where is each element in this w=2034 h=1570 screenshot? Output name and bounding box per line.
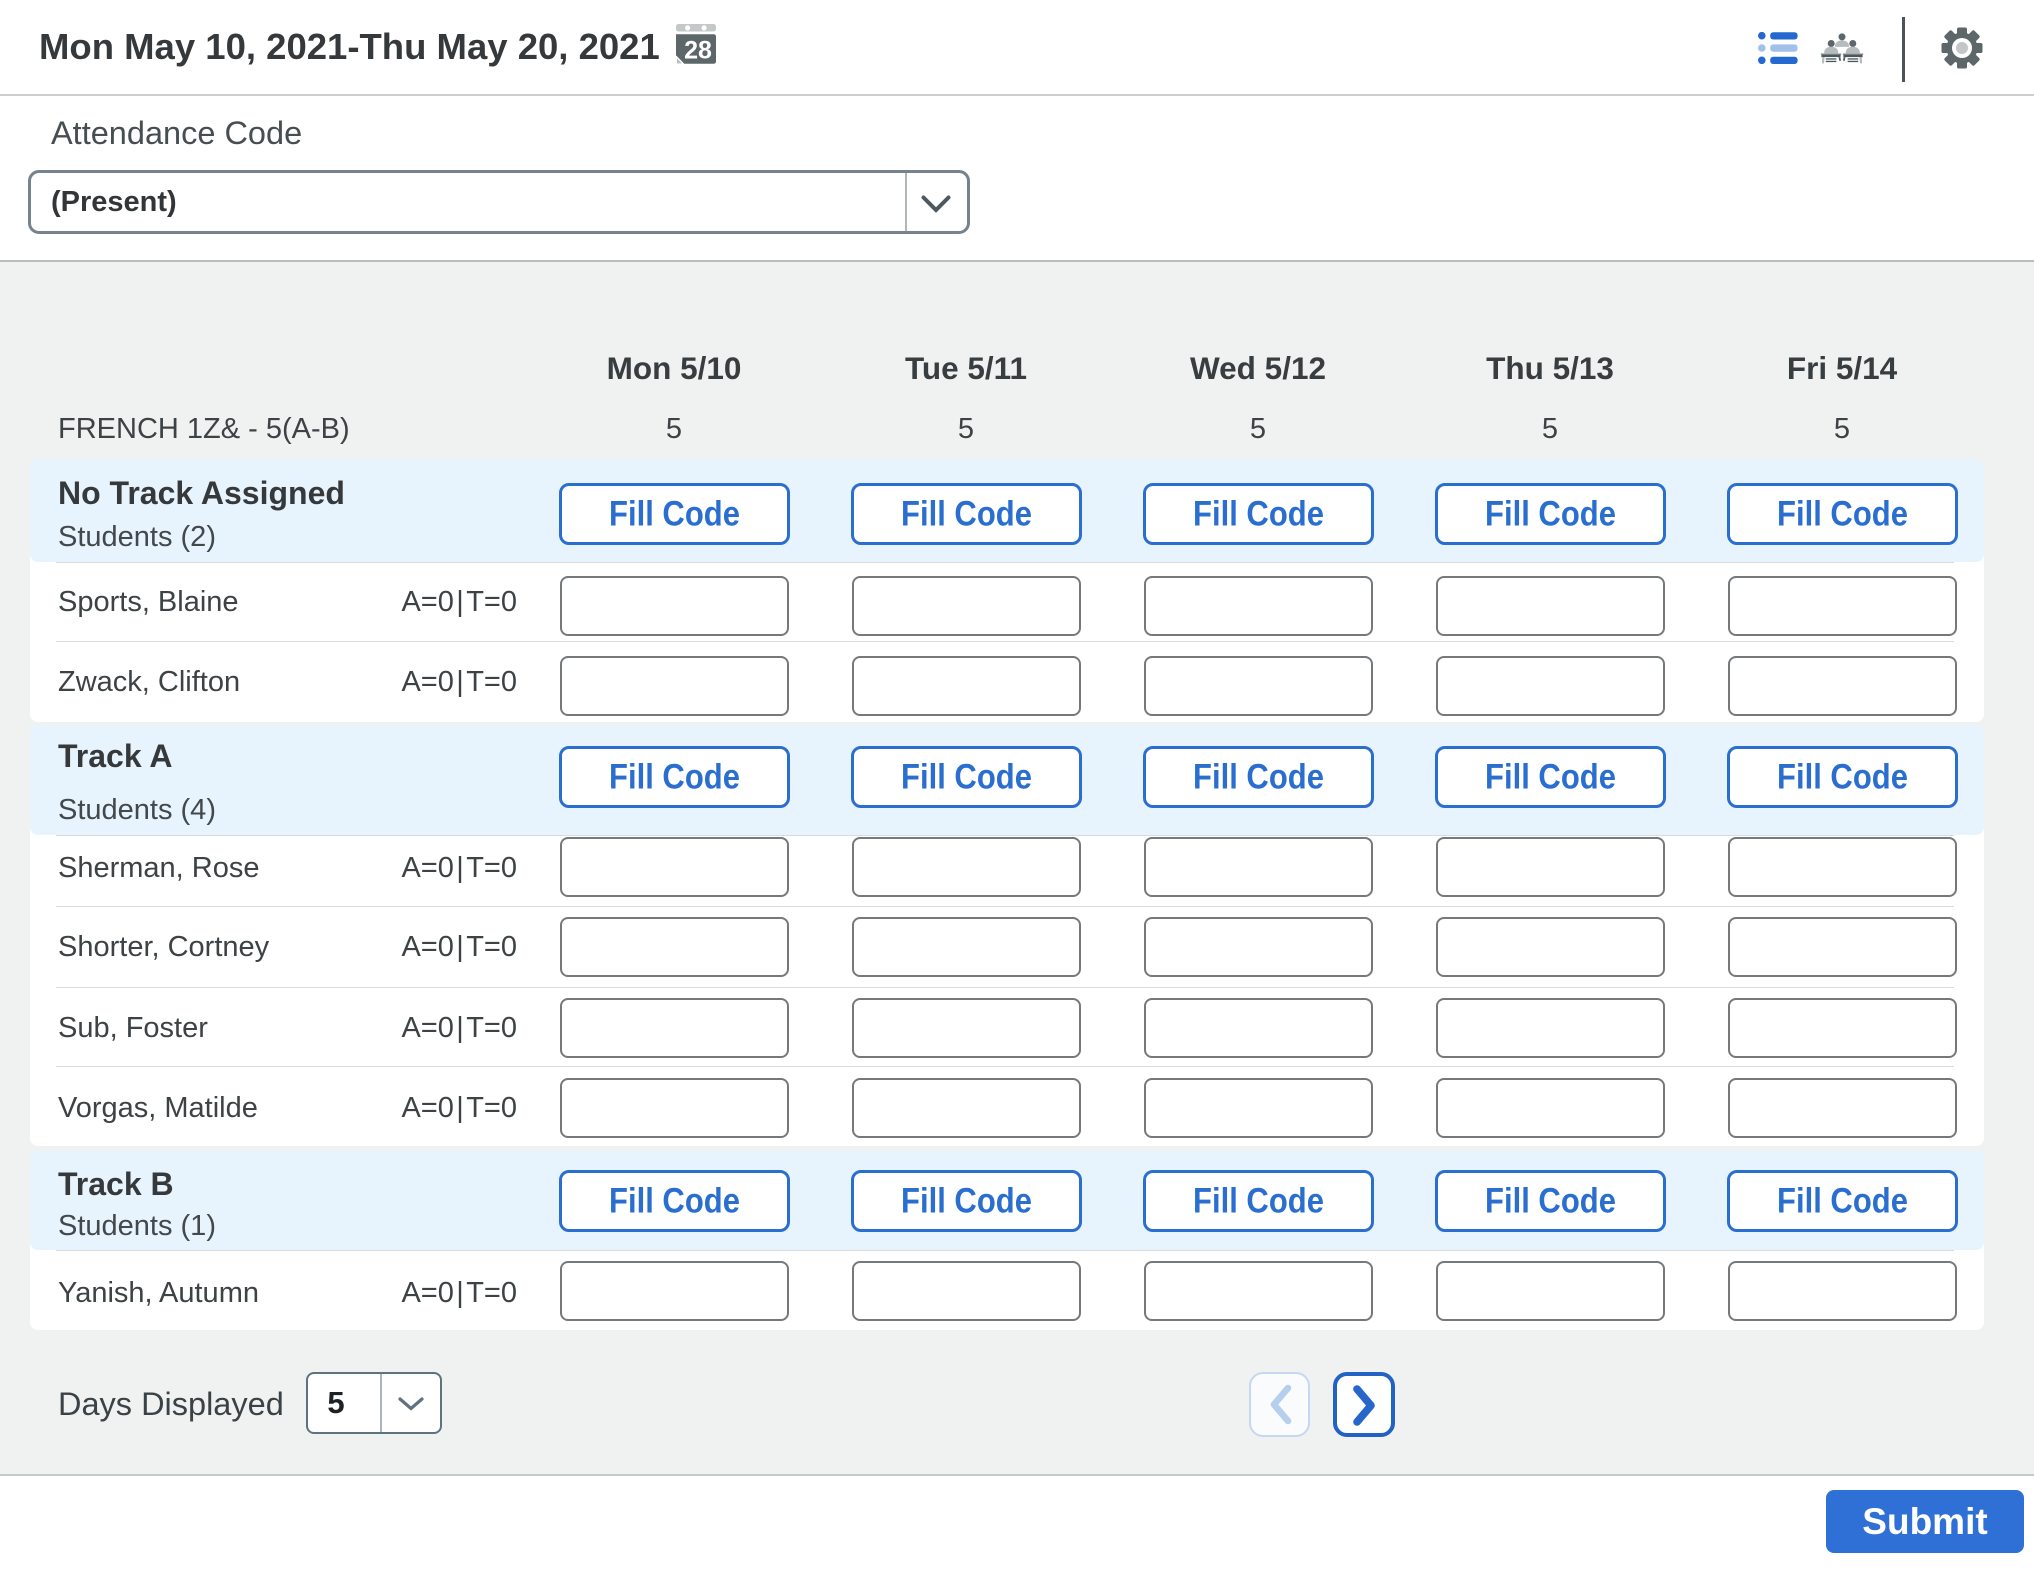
svg-text:28: 28	[684, 36, 712, 64]
